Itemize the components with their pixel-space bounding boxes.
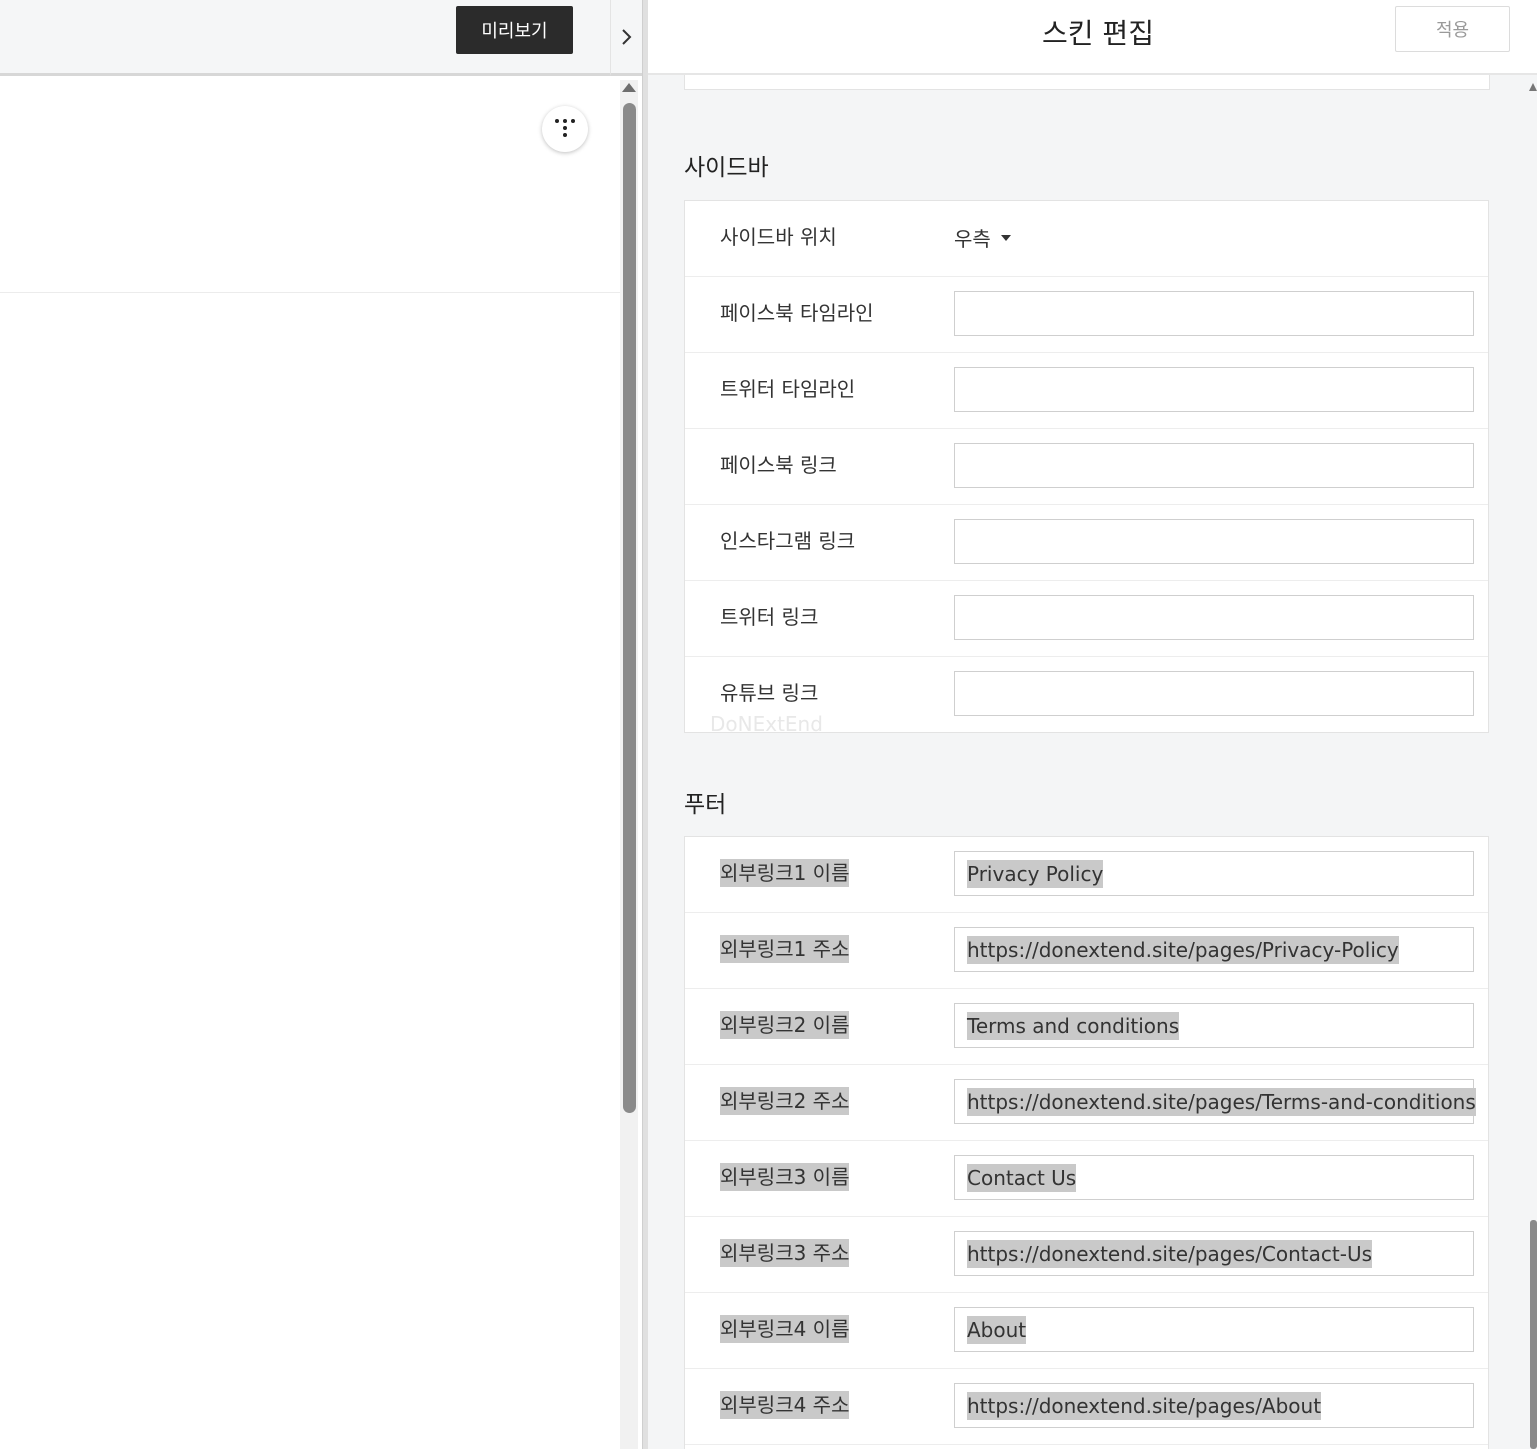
field-label: 페이스북 타임라인 xyxy=(720,301,874,325)
form-row: 인스타그램 링크 xyxy=(685,505,1488,581)
form-row: 외부링크4 이름 About xyxy=(685,1293,1488,1369)
caret-down-icon xyxy=(1000,234,1011,241)
sidebar-section-title: 사이드바 xyxy=(684,155,769,181)
input-value: About xyxy=(967,1316,1027,1344)
previous-card xyxy=(684,75,1490,90)
apply-button[interactable]: 적용 xyxy=(1395,6,1510,52)
field-label: 외부링크1 주소 xyxy=(720,935,850,963)
field-label: 페이스북 링크 xyxy=(720,453,837,477)
field-label: 외부링크1 이름 xyxy=(720,859,850,887)
field-label: 외부링크4 주소 xyxy=(720,1391,850,1419)
youtube-link-input[interactable] xyxy=(954,671,1474,716)
sidebar-settings-card: 사이드바 위치 우측 페이스북 타임라인 트위터 타임라인 페이스북 링크 인스… xyxy=(684,200,1489,733)
form-row xyxy=(685,1445,1488,1449)
field-label: 트위터 타임라인 xyxy=(720,377,856,401)
twitter-timeline-input[interactable] xyxy=(954,367,1474,412)
input-value: https://donextend.site/pages/Contact-Us xyxy=(967,1240,1373,1268)
scroll-up-arrow-icon[interactable] xyxy=(1529,83,1537,91)
sidebar-position-label: 사이드바 위치 xyxy=(720,225,837,249)
form-row: 외부링크1 주소 https://donextend.site/pages/Pr… xyxy=(685,913,1488,989)
form-row: 페이스북 링크 xyxy=(685,429,1488,505)
field-label: 외부링크3 이름 xyxy=(720,1163,850,1191)
preview-pane: 미리보기 xyxy=(0,0,643,1449)
external-link3-name-input[interactable]: Contact Us xyxy=(954,1155,1474,1200)
editor-scrollbar-thumb[interactable] xyxy=(1530,1220,1537,1449)
form-row: 외부링크1 이름 Privacy Policy xyxy=(685,837,1488,913)
input-value: https://donextend.site/pages/About xyxy=(967,1392,1322,1420)
field-label: 인스타그램 링크 xyxy=(720,529,856,553)
twitter-link-input[interactable] xyxy=(954,595,1474,640)
form-row: 외부링크3 주소 https://donextend.site/pages/Co… xyxy=(685,1217,1488,1293)
sidebar-position-row: 사이드바 위치 우측 xyxy=(685,201,1488,277)
facebook-timeline-input[interactable] xyxy=(954,291,1474,336)
external-link2-name-input[interactable]: Terms and conditions xyxy=(954,1003,1474,1048)
form-row: 트위터 타임라인 xyxy=(685,353,1488,429)
preview-scrollbar-thumb[interactable] xyxy=(623,103,636,1113)
form-row: 외부링크2 주소 https://donextend.site/pages/Te… xyxy=(685,1065,1488,1141)
external-link1-name-input[interactable]: Privacy Policy xyxy=(954,851,1474,896)
editor-header: 스킨 편집 적용 xyxy=(648,0,1537,75)
footer-section-title: 푸터 xyxy=(684,792,727,818)
form-row: 외부링크4 주소 https://donextend.site/pages/Ab… xyxy=(685,1369,1488,1445)
sidebar-position-value: 우측 xyxy=(954,227,991,251)
dots-menu-button[interactable] xyxy=(542,106,588,152)
field-label: 트위터 링크 xyxy=(720,605,819,629)
field-label: 유튜브 링크 xyxy=(720,681,819,705)
field-label: 외부링크4 이름 xyxy=(720,1315,850,1343)
instagram-link-input[interactable] xyxy=(954,519,1474,564)
facebook-link-input[interactable] xyxy=(954,443,1474,488)
chevron-right-icon xyxy=(622,28,632,45)
field-label: 외부링크3 주소 xyxy=(720,1239,850,1267)
scroll-up-arrow-icon[interactable] xyxy=(622,83,636,92)
sidebar-position-select[interactable]: 우측 xyxy=(954,223,1011,252)
external-link4-url-input[interactable]: https://donextend.site/pages/About xyxy=(954,1383,1474,1428)
external-link1-url-input[interactable]: https://donextend.site/pages/Privacy-Pol… xyxy=(954,927,1474,972)
input-value: Contact Us xyxy=(967,1164,1077,1192)
preview-button[interactable]: 미리보기 xyxy=(456,6,573,54)
footer-settings-card: 외부링크1 이름 Privacy Policy 외부링크1 주소 https:/… xyxy=(684,836,1489,1449)
skin-editor-panel: 스킨 편집 적용 사이드바 사이드바 위치 우측 페이스북 타임라인 트위터 타… xyxy=(648,0,1537,1449)
form-row: 페이스북 타임라인 xyxy=(685,277,1488,353)
editor-scrollbar[interactable] xyxy=(1528,80,1537,1449)
input-value: https://donextend.site/pages/Privacy-Pol… xyxy=(967,936,1399,964)
form-row: 트위터 링크 xyxy=(685,581,1488,657)
field-label: 외부링크2 주소 xyxy=(720,1087,850,1115)
divider xyxy=(0,292,622,293)
input-value: https://donextend.site/pages/Terms-and-c… xyxy=(967,1088,1476,1116)
collapse-panel-button[interactable] xyxy=(610,0,643,76)
external-link4-name-input[interactable]: About xyxy=(954,1307,1474,1352)
input-value: Terms and conditions xyxy=(967,1012,1180,1040)
external-link3-url-input[interactable]: https://donextend.site/pages/Contact-Us xyxy=(954,1231,1474,1276)
preview-toolbar: 미리보기 xyxy=(0,0,610,76)
form-row: 외부링크3 이름 Contact Us xyxy=(685,1141,1488,1217)
input-value: Privacy Policy xyxy=(967,860,1104,888)
watermark: DoNExtEnd xyxy=(710,712,823,736)
form-row: 외부링크2 이름 Terms and conditions xyxy=(685,989,1488,1065)
external-link2-url-input[interactable]: https://donextend.site/pages/Terms-and-c… xyxy=(954,1079,1476,1124)
field-label: 외부링크2 이름 xyxy=(720,1011,850,1039)
